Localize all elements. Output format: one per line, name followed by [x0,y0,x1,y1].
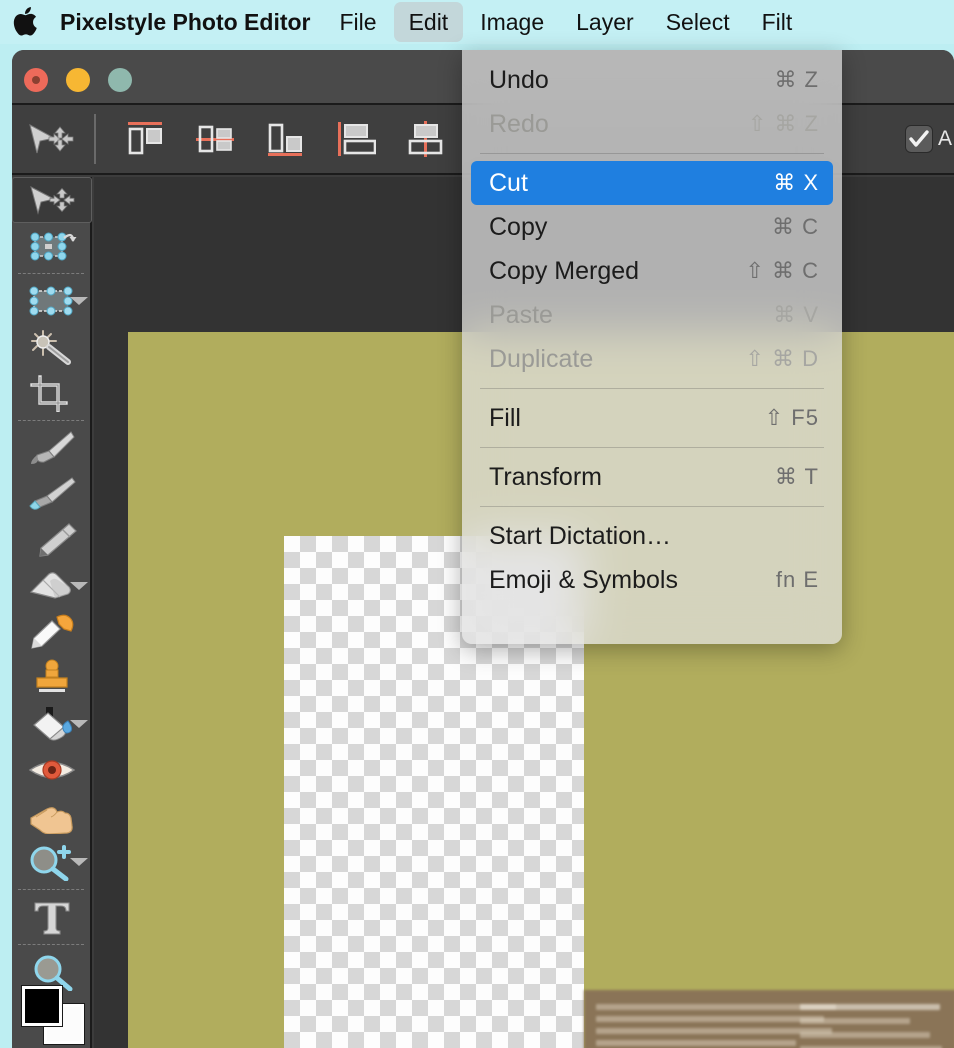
window-controls [24,68,132,92]
tool-red-eye-tool-icon[interactable] [12,747,92,793]
align-top-icon[interactable] [122,116,168,162]
tool-hand-tool-icon[interactable] [12,793,92,839]
menu-item-label: Start Dictation… [489,521,672,550]
auto-select-label: A [937,127,952,150]
menu-item-copy[interactable]: Copy ⌘ C [471,205,833,249]
menu-item-shortcut: ⌘ T [774,464,819,489]
menu-item-shortcut: fn E [775,567,819,592]
foreground-color-swatch[interactable] [22,986,62,1026]
active-tool-indicator-move-tool-icon[interactable] [12,105,90,173]
menubar-item-layer[interactable]: Layer [561,2,649,42]
tools-sidebar [12,177,92,1048]
color-swatch-area [12,986,92,1048]
menu-separator [480,447,824,448]
menu-item-shortcut: ⇧ ⌘ D [745,346,819,371]
tool-separator [18,273,84,274]
macos-menu-bar: Pixelstyle Photo Editor File Edit Image Lay… [0,0,954,44]
alignment-button-group [122,116,448,162]
menubar-item-image[interactable]: Image [465,2,559,42]
tool-transform-tool-icon[interactable] [12,223,92,269]
options-right-group: A [904,105,954,173]
tool-separator [18,944,84,945]
tool-clone-stamp-tool-icon[interactable] [12,655,92,701]
menu-item-label: Emoji & Symbols [489,565,678,594]
tool-smudge-tool-icon[interactable] [12,471,92,517]
menu-item-fill[interactable]: Fill ⇧ F5 [471,396,833,440]
chevron-down-icon[interactable] [70,720,88,728]
check-icon [909,130,929,147]
menu-item-redo: Redo ⇧ ⌘ Z [471,102,833,146]
menu-item-label: Redo [489,109,549,138]
menu-item-shortcut: ⌘ C [772,214,819,239]
menu-item-emoji-symbols[interactable]: Emoji & Symbols fn E [471,558,833,602]
menu-item-cut[interactable]: Cut ⌘ X [471,161,833,205]
tool-eraser-tool-icon[interactable] [12,563,92,609]
tool-pencil-tool-icon[interactable] [12,517,92,563]
auto-select-checkbox[interactable] [904,125,933,153]
tool-rectangular-marquee-tool-icon[interactable] [12,278,92,324]
menu-item-shortcut: ⌘ V [773,302,819,327]
menu-item-label: Cut [489,168,528,197]
photo-document-layer[interactable] [584,990,954,1048]
screen-root: Pixelstyle Photo Editor File Edit Image Lay… [0,0,954,1048]
menu-item-undo[interactable]: Undo ⌘ Z [471,58,833,102]
menu-item-start-dictation[interactable]: Start Dictation… [471,514,833,558]
tool-move-tool-icon[interactable] [12,177,92,223]
menu-item-shortcut: ⇧ ⌘ Z [747,111,819,136]
menubar-item-edit[interactable]: Edit [393,2,464,42]
menu-item-shortcut: ⌘ Z [774,67,819,92]
align-bottom-icon[interactable] [262,116,308,162]
menu-item-shortcut: ⌘ X [773,170,819,195]
tool-magic-wand-tool-icon[interactable] [12,324,92,370]
menu-separator [480,506,824,507]
app-name-label: Pixelstyle Photo Editor [60,9,311,35]
tool-eyedropper-tool-icon[interactable] [12,609,92,655]
tool-paint-bucket-tool-icon[interactable] [12,701,92,747]
align-left-icon[interactable] [332,116,378,162]
menu-separator [480,388,824,389]
align-horizontal-center-icon[interactable] [402,116,448,162]
apple-logo-icon[interactable] [2,0,46,44]
menu-item-shortcut: ⇧ ⌘ C [745,258,819,283]
tool-separator [18,420,84,421]
chevron-down-icon[interactable] [70,582,88,590]
menu-item-copy-merged[interactable]: Copy Merged ⇧ ⌘ C [471,249,833,293]
menu-item-label: Paste [489,300,553,329]
menu-item-paste: Paste ⌘ V [471,293,833,337]
menubar-item-file[interactable]: File [325,2,392,42]
align-vertical-center-icon[interactable] [192,116,238,162]
menu-item-shortcut: ⇧ F5 [764,405,819,430]
menu-item-label: Undo [489,65,549,94]
edit-dropdown-menu[interactable]: Undo ⌘ Z Redo ⇧ ⌘ Z Cut ⌘ X Copy ⌘ C Copy Merged… [462,50,842,644]
chevron-down-icon[interactable] [70,858,88,866]
menu-item-label: Copy Merged [489,256,640,285]
minimize-button[interactable] [66,68,90,92]
tool-text-tool-icon[interactable] [12,894,92,940]
menu-item-label: Duplicate [489,344,594,373]
tool-zoom-in-tool-icon[interactable] [12,839,92,885]
menu-separator [480,153,824,154]
close-button[interactable] [24,68,48,92]
tool-crop-tool-icon[interactable] [12,370,92,416]
photo-content [592,996,952,1048]
menu-item-label: Copy [489,212,548,241]
menubar-item-select[interactable]: Select [651,2,745,42]
menu-item-duplicate: Duplicate ⇧ ⌘ D [471,337,833,381]
menu-item-label: Fill [489,403,521,432]
tool-separator [18,889,84,890]
menu-item-label: Transform [489,462,602,491]
tool-brush-tool-icon[interactable] [12,425,92,471]
menubar-item-filt[interactable]: Filt [747,2,808,42]
chevron-down-icon[interactable] [70,297,88,305]
maximize-button[interactable] [108,68,132,92]
toolbar-divider [94,114,96,164]
menu-item-transform[interactable]: Transform ⌘ T [471,455,833,499]
